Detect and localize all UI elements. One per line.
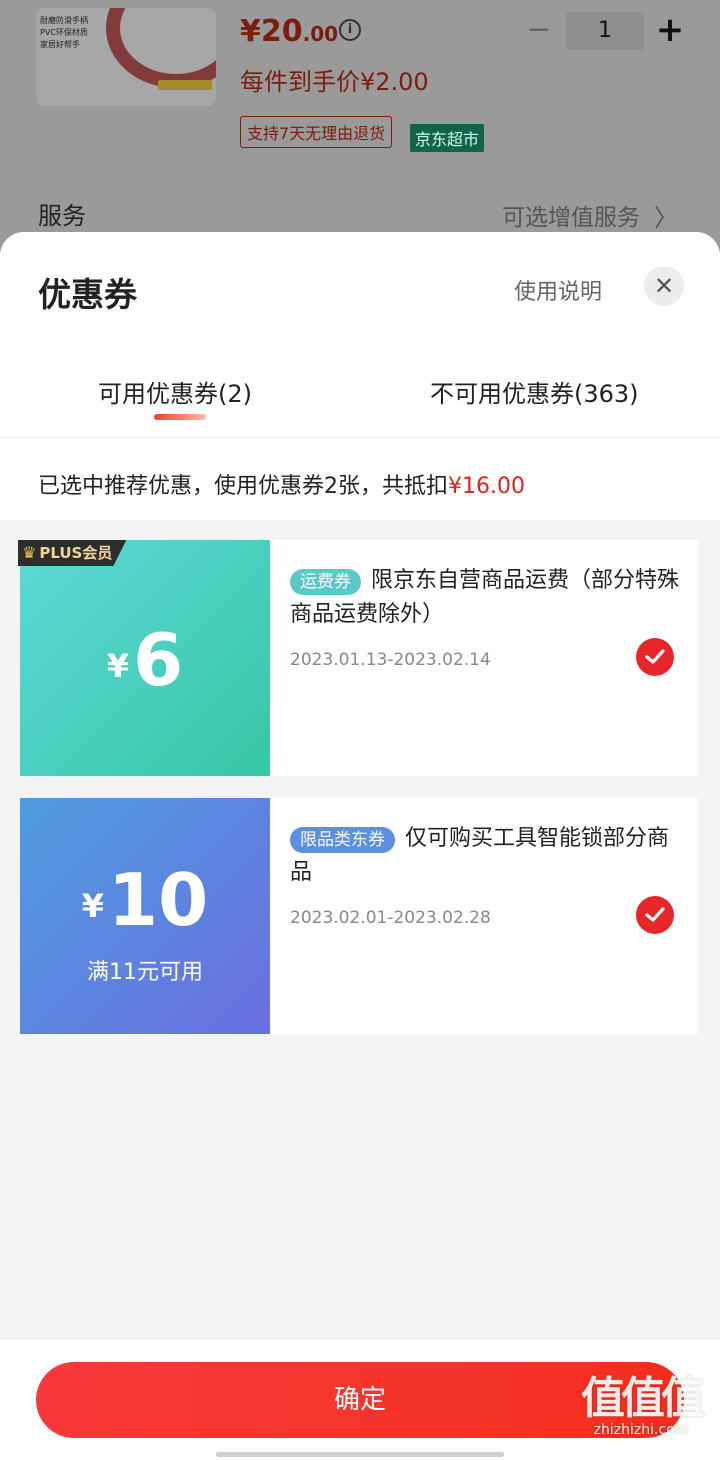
- product-price: ¥20.00: [240, 14, 339, 49]
- checkmark-icon[interactable]: [636, 896, 674, 934]
- summary-amount: ¥16.00: [448, 474, 525, 499]
- sheet-title: 优惠券: [38, 275, 137, 314]
- product-image-shape: [106, 8, 216, 88]
- watermark-url: zhizhizhi.com: [593, 1422, 689, 1438]
- coupon-summary: 已选中推荐优惠，使用优惠券2张，共抵扣¥16.00: [38, 474, 525, 499]
- checkmark-icon[interactable]: [636, 638, 674, 676]
- product-feature: 耐磨防滑手柄: [40, 16, 88, 25]
- return-policy-tag: 支持7天无理由退货: [240, 116, 393, 148]
- watermark-logo: 值值值: [581, 1373, 705, 1424]
- watermark: 值值值 zhizhizhi.com: [566, 1373, 716, 1439]
- quantity-plus-button[interactable]: +: [654, 10, 686, 50]
- coupon-amount: ¥10: [81, 858, 209, 942]
- coupon-card[interactable]: ♛ PLUS会员 ¥6 运费券 限京东自营商品运费（部分特殊商品运费除外） 2023…: [16, 540, 698, 776]
- coupon-type-badge: 运费券: [290, 569, 361, 595]
- home-indicator[interactable]: [216, 1452, 504, 1457]
- each-price: 每件到手价¥2.00: [240, 68, 429, 96]
- coupon-stub: ¥10 满11元可用: [16, 798, 270, 1034]
- product-thumbnail[interactable]: 耐磨防滑手柄 PVC环保材质 家居好帮手: [36, 8, 216, 106]
- close-icon: ✕: [653, 272, 675, 300]
- store-tag: 京东超市: [410, 124, 485, 152]
- crown-icon: ♛: [22, 543, 37, 562]
- coupon-date-range: 2023.02.01-2023.02.28: [290, 908, 491, 928]
- quantity-minus-button[interactable]: −: [524, 12, 554, 48]
- coupon-sheet: 优惠券 使用说明 ✕ 可用优惠券(2) 不可用优惠券(363) 已选中推荐优惠，…: [0, 232, 720, 1460]
- coupon-description: 限品类东券 仅可购买工具智能锁部分商品: [290, 826, 670, 885]
- divider: [0, 437, 720, 438]
- close-button[interactable]: ✕: [644, 266, 684, 306]
- coupon-condition: 满11元可用: [87, 960, 203, 985]
- coupon-type-badge: 限品类东券: [290, 827, 395, 853]
- coupon-date-range: 2023.01.13-2023.02.14: [290, 650, 491, 670]
- coupon-stub: ♛ PLUS会员 ¥6: [16, 540, 270, 776]
- active-tab-indicator: [154, 414, 206, 420]
- service-label: 服务: [38, 202, 86, 230]
- usage-instructions-link[interactable]: 使用说明: [514, 274, 602, 306]
- coupon-card[interactable]: ¥10 满11元可用 限品类东券 仅可购买工具智能锁部分商品 2023.02.01…: [16, 798, 698, 1034]
- product-feature: PVC环保材质: [40, 28, 88, 37]
- coupon-amount: ¥6: [106, 618, 184, 702]
- info-icon[interactable]: i: [339, 19, 361, 41]
- quantity-input[interactable]: 1: [566, 12, 644, 50]
- tab-available-coupons[interactable]: 可用优惠券(2): [98, 374, 252, 409]
- product-image-tag: [158, 80, 212, 90]
- product-background: 耐磨防滑手柄 PVC环保材质 家居好帮手 ¥20.00 i − 1 + 每件到手…: [0, 0, 720, 260]
- plus-member-badge: ♛ PLUS会员: [18, 540, 127, 566]
- product-feature: 家居好帮手: [40, 40, 80, 49]
- service-value[interactable]: 可选增值服务: [502, 198, 640, 232]
- chevron-right-icon[interactable]: 〉: [654, 198, 678, 233]
- tab-unavailable-coupons[interactable]: 不可用优惠券(363): [430, 374, 639, 409]
- coupon-description: 运费券 限京东自营商品运费（部分特殊商品运费除外）: [290, 568, 680, 627]
